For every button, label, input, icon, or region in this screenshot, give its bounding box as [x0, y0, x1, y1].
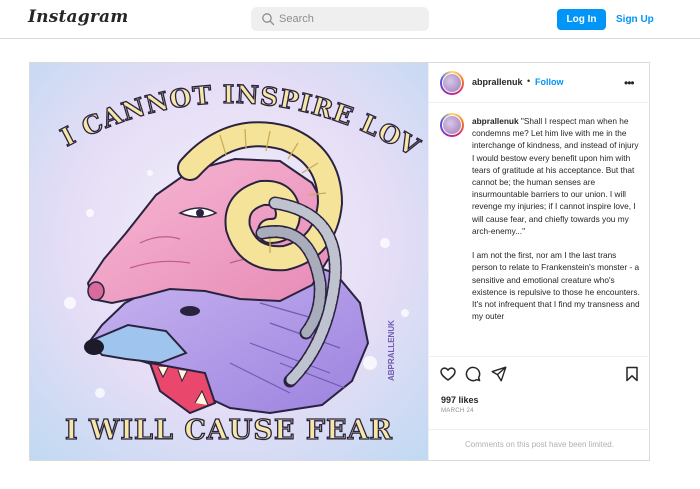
- search-icon: [262, 13, 275, 26]
- share-send-icon[interactable]: [491, 366, 507, 382]
- post-actions: 997 likes MARCH 24 Comments on this post…: [429, 356, 650, 460]
- search-box[interactable]: [251, 7, 429, 31]
- artwork-bottom-text: I WILL CAUSE FEAR: [65, 415, 393, 446]
- post-header: abprallenuk • Follow •••: [429, 63, 650, 103]
- more-options-icon[interactable]: •••: [624, 76, 635, 90]
- instagram-logo[interactable]: Instagram: [28, 7, 128, 27]
- caption-paragraph-1: "Shall I respect man when he condemns me…: [472, 116, 641, 236]
- caption-username[interactable]: abprallenuk: [472, 116, 519, 126]
- post-date[interactable]: MARCH 24: [441, 408, 474, 414]
- comment-icon[interactable]: [465, 366, 481, 382]
- post-sidebar: abprallenuk • Follow ••• abprallenuk "Sh…: [428, 63, 650, 460]
- likes-count[interactable]: 997 likes: [441, 395, 479, 405]
- search-input[interactable]: [279, 7, 425, 31]
- post-card: IF I CANNOT INSPIRE LOVE I WILL CAUSE FE…: [29, 62, 650, 461]
- separator-dot: •: [527, 76, 531, 86]
- login-button[interactable]: Log In: [557, 9, 606, 30]
- caption-avatar[interactable]: [440, 113, 464, 137]
- like-heart-icon[interactable]: [440, 366, 456, 382]
- comments-limited-notice: Comments on this post have been limited.: [429, 429, 650, 461]
- post-caption: abprallenuk "Shall I respect man when he…: [472, 115, 642, 322]
- signup-link[interactable]: Sign Up: [616, 9, 654, 30]
- author-avatar[interactable]: [440, 71, 464, 95]
- caption-scroll-area[interactable]: abprallenuk "Shall I respect man when he…: [429, 104, 650, 356]
- save-bookmark-icon[interactable]: [624, 366, 640, 382]
- follow-button[interactable]: Follow: [535, 77, 564, 87]
- top-navigation-bar: Instagram Log In Sign Up: [0, 0, 700, 39]
- artwork-signature: ABPRALLENUK: [387, 320, 396, 381]
- artwork-illustration: IF I CANNOT INSPIRE LOVE I WILL CAUSE FE…: [30, 63, 428, 460]
- caption-paragraph-2: I am not the first, nor am I the last tr…: [472, 250, 643, 322]
- author-username[interactable]: abprallenuk: [472, 77, 523, 87]
- post-image[interactable]: IF I CANNOT INSPIRE LOVE I WILL CAUSE FE…: [30, 63, 428, 460]
